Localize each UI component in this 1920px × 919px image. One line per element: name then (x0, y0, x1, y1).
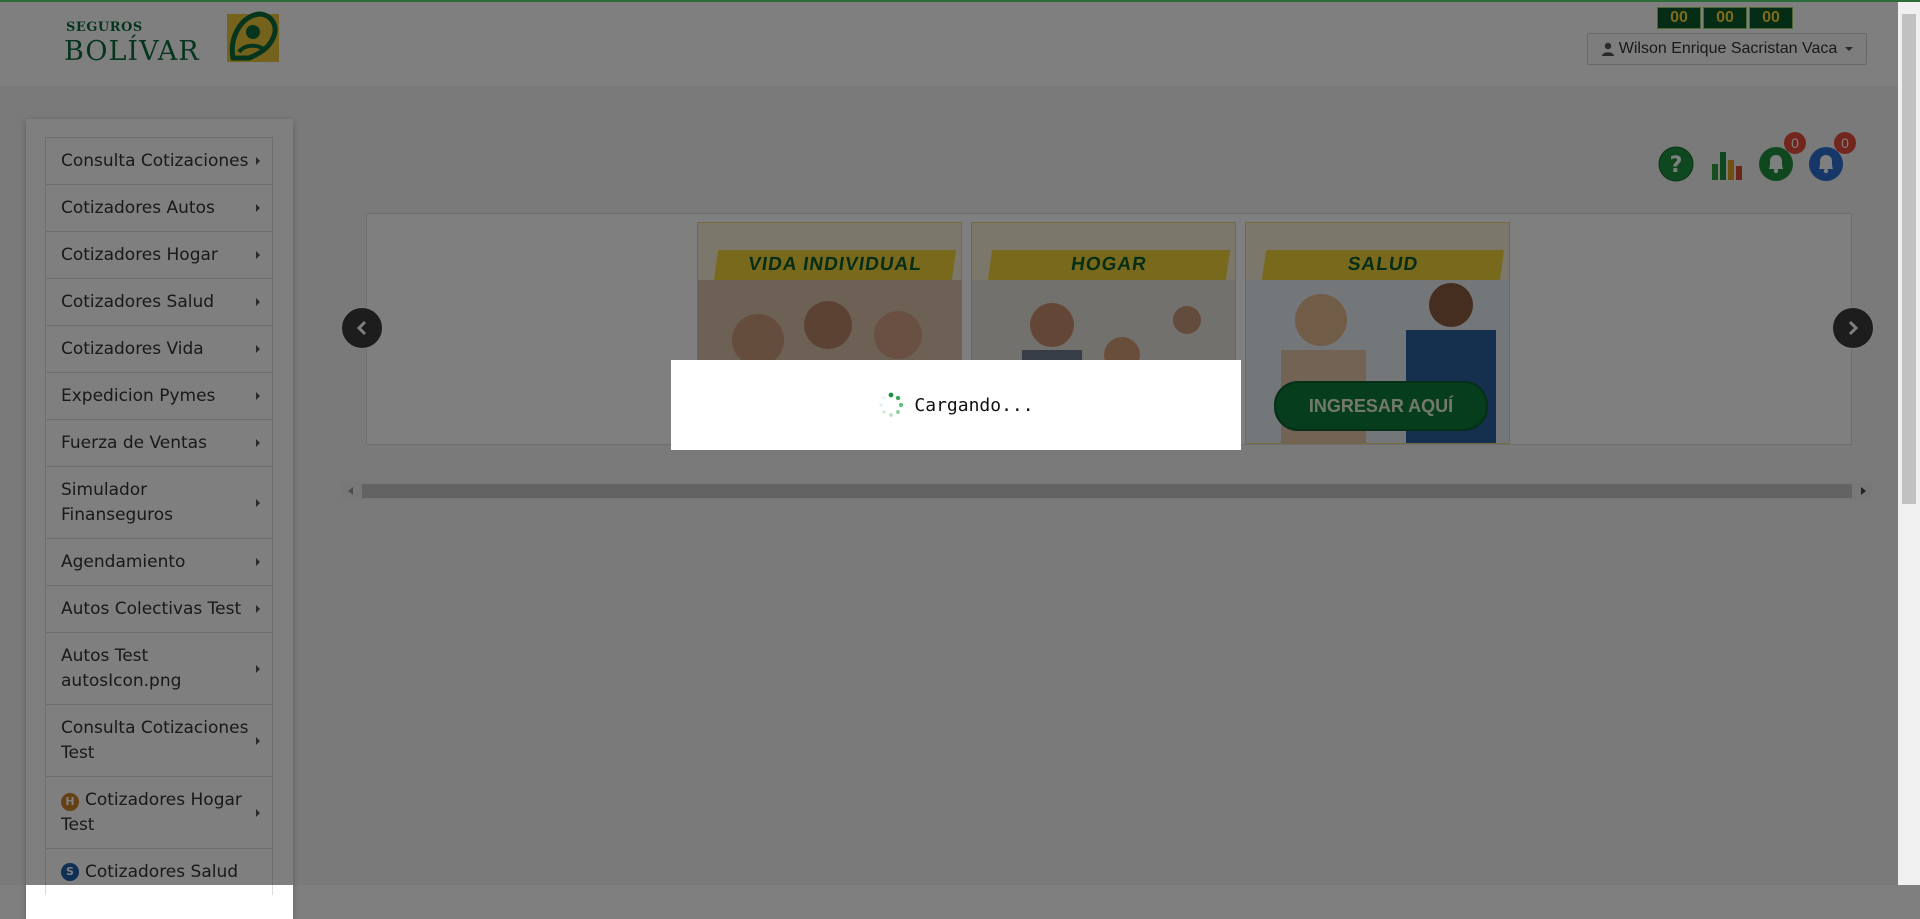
vertical-scroll-thumb[interactable] (1902, 14, 1916, 504)
spinner-icon (879, 392, 904, 417)
top-border (0, 0, 1920, 2)
loading-text: Cargando... (914, 394, 1034, 416)
vertical-scrollbar[interactable] (1898, 0, 1920, 885)
loading-dialog: Cargando... (671, 360, 1241, 450)
